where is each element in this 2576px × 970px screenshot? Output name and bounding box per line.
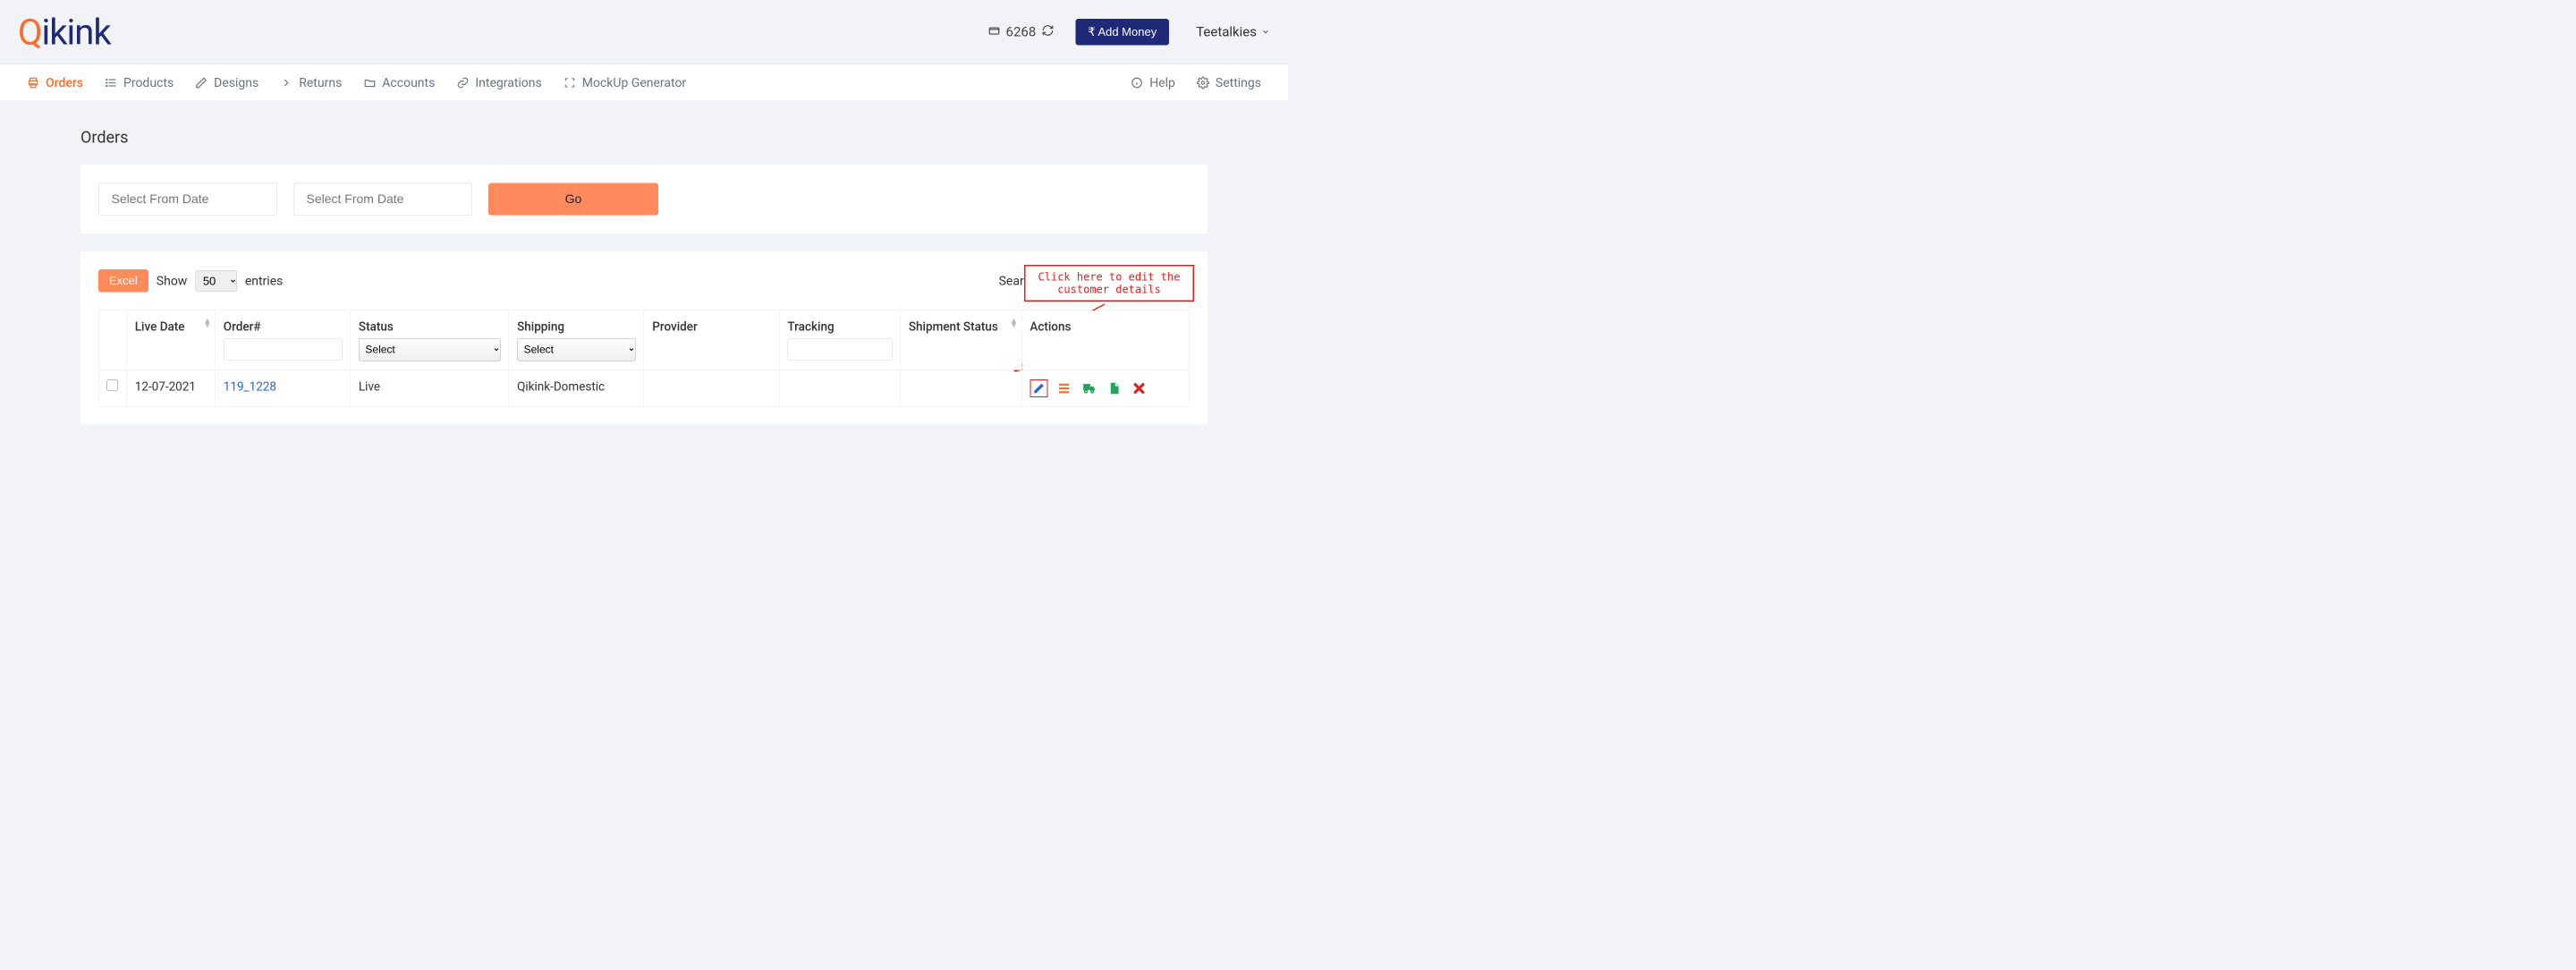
nav-settings[interactable]: Settings [1197, 75, 1261, 90]
callout-line2: customer details [1034, 284, 1185, 296]
nav-returns-label: Returns [299, 75, 342, 90]
pencil-icon [195, 76, 208, 89]
orders-table-panel: Excel Show 50 entries Search: Click here… [80, 251, 1208, 425]
logo-q: Q [18, 11, 42, 53]
excel-export-button[interactable]: Excel [98, 269, 148, 293]
col-live-date[interactable]: Live Date ▲▼ [127, 311, 216, 370]
nav-products[interactable]: Products [105, 75, 174, 90]
nav-integrations-label: Integrations [475, 75, 541, 90]
status-filter-select[interactable]: Select [359, 338, 501, 362]
nav-orders[interactable]: Orders [27, 75, 83, 90]
tracking-filter-input[interactable] [787, 338, 892, 361]
chevron-right-icon [280, 76, 292, 89]
sort-icon: ▲▼ [203, 319, 211, 328]
add-money-button[interactable]: ₹ Add Money [1075, 19, 1169, 46]
order-link[interactable]: 119_1228 [224, 379, 276, 394]
order-details-icon[interactable] [1055, 379, 1072, 397]
nav-accounts-label: Accounts [382, 75, 435, 90]
orders-table: Live Date ▲▼ Order# Status Select [98, 311, 1190, 407]
wallet-icon [988, 24, 1001, 40]
date-filter-panel: Go [80, 165, 1208, 234]
sort-icon: ▲▼ [1010, 319, 1018, 328]
main-nav: Orders Products Designs Returns Accounts… [0, 64, 1288, 101]
col-order[interactable]: Order# [216, 311, 351, 370]
brand-logo[interactable]: Qikink [18, 11, 111, 53]
nav-mockup-label: MockUp Generator [582, 75, 686, 90]
nav-help-label: Help [1149, 75, 1175, 90]
nav-returns[interactable]: Returns [280, 75, 342, 90]
main-content: Orders Go Excel Show 50 entries Search: … [0, 101, 1288, 425]
col-shipping[interactable]: Shipping Select [509, 311, 644, 370]
order-filter-input[interactable] [224, 338, 343, 361]
nav-help[interactable]: Help [1131, 75, 1175, 90]
callout-line1: Click here to edit the [1034, 271, 1185, 284]
go-button[interactable]: Go [488, 183, 658, 216]
nav-designs[interactable]: Designs [195, 75, 258, 90]
cell-status: Live [351, 370, 509, 407]
col-actions: Actions [1021, 311, 1190, 370]
nav-orders-label: Orders [46, 75, 83, 90]
list-icon [105, 76, 117, 89]
gear-icon [1197, 76, 1209, 89]
chevron-down-icon [1261, 24, 1270, 40]
cell-shipment-status [901, 370, 1022, 407]
entries-per-page-select[interactable]: 50 [195, 270, 237, 291]
expand-icon [564, 76, 576, 89]
annotation-callout: Click here to edit the customer details [1024, 265, 1194, 302]
cell-provider [644, 370, 779, 407]
to-date-input[interactable] [293, 183, 472, 216]
entries-label: entries [245, 274, 284, 289]
row-select-checkbox[interactable] [107, 380, 118, 391]
table-row: 12-07-2021 119_1228 Live Qikink-Domestic [98, 370, 1190, 407]
shipping-filter-select[interactable]: Select [517, 338, 636, 362]
nav-designs-label: Designs [214, 75, 258, 90]
logo-rest: ikink [42, 11, 111, 53]
cell-live-date: 12-07-2021 [127, 370, 216, 407]
folder-icon [363, 76, 376, 89]
col-status[interactable]: Status Select [351, 311, 509, 370]
cell-tracking [779, 370, 901, 407]
user-name-label: Teetalkies [1196, 24, 1257, 40]
rupee-icon: ₹ [1088, 25, 1095, 38]
shipment-icon[interactable] [1080, 379, 1097, 397]
from-date-input[interactable] [98, 183, 277, 216]
wallet-balance[interactable]: 6268 [988, 24, 1055, 40]
col-shipment-status[interactable]: Shipment Status ▲▼ [901, 311, 1022, 370]
page-title: Orders [80, 128, 1208, 147]
col-provider[interactable]: Provider [644, 311, 779, 370]
wallet-amount: 6268 [1006, 24, 1037, 40]
edit-customer-icon[interactable] [1030, 379, 1047, 397]
nav-settings-label: Settings [1216, 75, 1261, 90]
cell-shipping: Qikink-Domestic [509, 370, 644, 407]
col-tracking[interactable]: Tracking [779, 311, 901, 370]
topbar: Qikink 6268 ₹ Add Money Teetalkies [0, 0, 1288, 64]
invoice-icon[interactable] [1105, 379, 1123, 397]
nav-products-label: Products [123, 75, 174, 90]
refresh-icon[interactable] [1041, 24, 1054, 40]
link-icon [456, 76, 469, 89]
delete-icon[interactable] [1130, 379, 1148, 397]
nav-accounts[interactable]: Accounts [363, 75, 435, 90]
info-icon [1131, 76, 1143, 89]
print-icon [27, 76, 39, 89]
add-money-label: Add Money [1097, 25, 1157, 38]
col-checkbox[interactable] [98, 311, 126, 370]
show-label: Show [157, 274, 188, 289]
user-menu[interactable]: Teetalkies [1196, 24, 1270, 40]
nav-integrations[interactable]: Integrations [456, 75, 541, 90]
nav-mockup[interactable]: MockUp Generator [564, 75, 686, 90]
